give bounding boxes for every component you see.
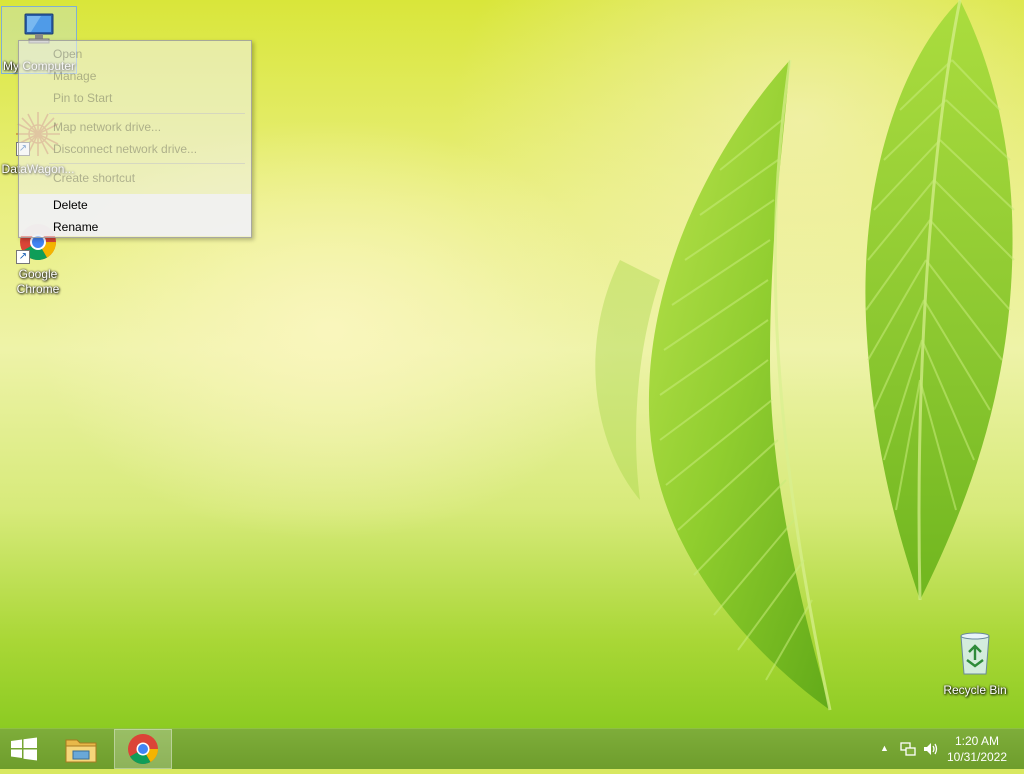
clock-time: 1:20 AM <box>954 734 1000 748</box>
system-tray: ▲ 1:20 AM 10/31/2022 <box>864 729 1024 769</box>
desktop-icon-recycle-bin[interactable]: Recycle Bin <box>937 630 1013 700</box>
network-icon[interactable] <box>900 741 916 757</box>
taskbar: ▲ 1:20 AM 10/31/2022 <box>0 728 1024 769</box>
windows-logo-icon <box>11 737 37 761</box>
menu-item-rename[interactable]: Rename <box>19 216 251 236</box>
menu-item-open[interactable]: Open <box>19 43 251 65</box>
start-button[interactable] <box>0 729 48 769</box>
menu-item-manage[interactable]: Manage <box>19 65 251 87</box>
google-chrome-icon <box>128 734 158 765</box>
file-explorer-icon <box>65 739 97 763</box>
google-chrome-taskbar-button[interactable] <box>114 729 172 769</box>
menu-separator <box>49 163 245 164</box>
recycle-bin-icon <box>960 632 990 675</box>
context-menu: Open Manage Pin to Start Map network dri… <box>18 40 252 238</box>
desktop-icon-label: Recycle Bin <box>943 683 1007 697</box>
menu-item-create-shortcut[interactable]: Create shortcut <box>19 167 251 189</box>
menu-separator <box>49 113 245 114</box>
clock-date: 10/31/2022 <box>946 750 1008 764</box>
volume-icon[interactable] <box>922 741 940 757</box>
desktop-icon-label: Google Chrome <box>16 267 60 296</box>
shortcut-arrow-icon: ↗ <box>16 250 30 264</box>
menu-item-delete[interactable]: Delete <box>19 194 251 216</box>
taskbar-clock[interactable]: 1:20 AM 10/31/2022 <box>940 733 1014 765</box>
menu-item-pin-to-start[interactable]: Pin to Start <box>19 87 251 109</box>
show-hidden-icons-arrow[interactable]: ▲ <box>880 743 889 753</box>
file-explorer-taskbar-button[interactable] <box>57 729 105 769</box>
menu-item-map-network-drive[interactable]: Map network drive... <box>19 116 251 138</box>
menu-item-disconnect-network-drive[interactable]: Disconnect network drive... <box>19 138 251 160</box>
